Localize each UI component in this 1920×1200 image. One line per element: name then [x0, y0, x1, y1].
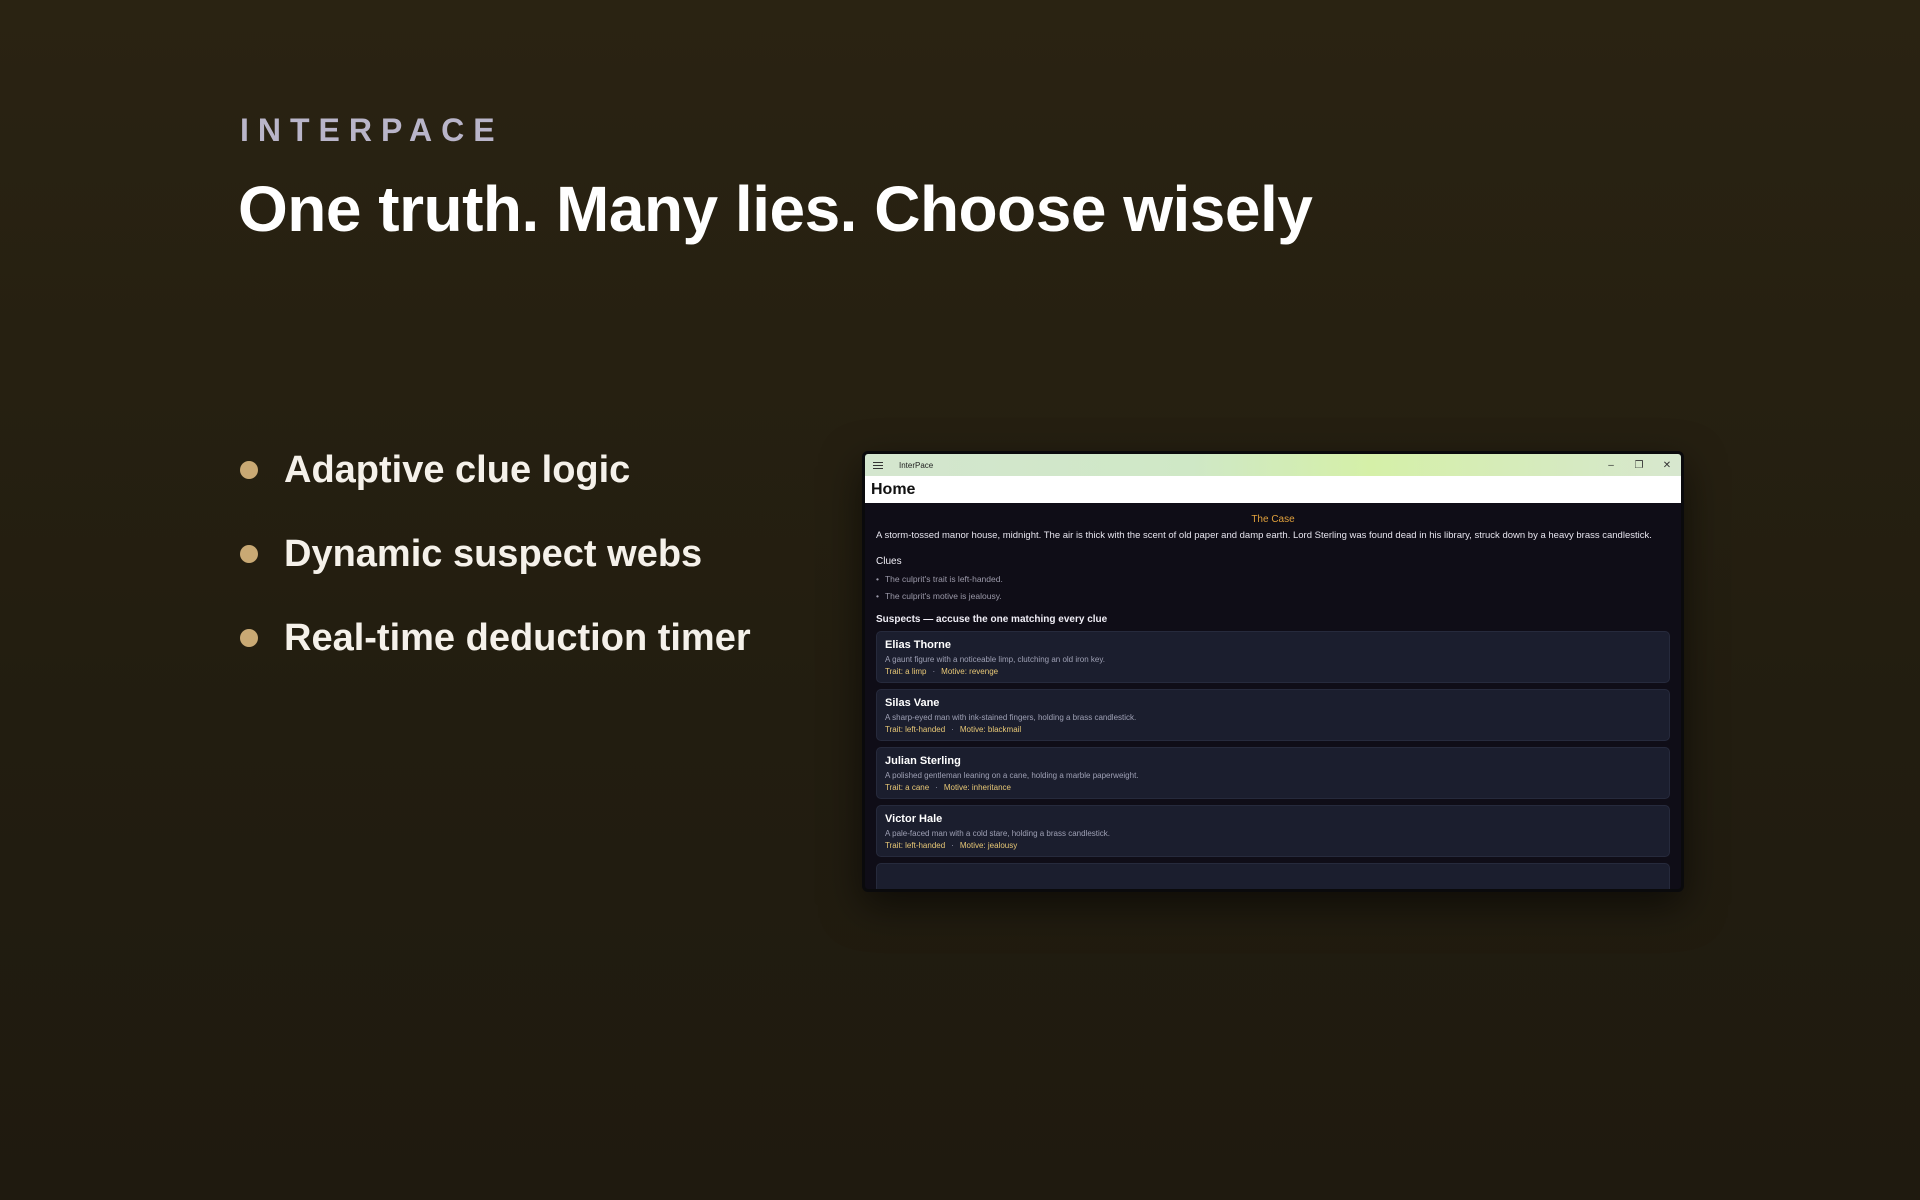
feature-item: Real-time deduction timer: [240, 596, 751, 680]
separator: ·: [951, 725, 954, 734]
title-bar: InterPace – ❐ ✕: [865, 454, 1681, 476]
suspect-meta: Trait: left-handed · Motive: blackmail: [885, 725, 1661, 734]
suspect-name: Julian Sterling: [885, 755, 961, 767]
hamburger-menu-icon[interactable]: [873, 461, 883, 469]
clues-heading: Clues: [876, 556, 902, 567]
feature-text: Adaptive clue logic: [284, 448, 631, 491]
suspects-heading: Suspects — accuse the one matching every…: [876, 614, 1108, 625]
suspect-name: Victor Hale: [885, 813, 943, 825]
case-content: The Case A storm-tossed manor house, mid…: [865, 503, 1681, 889]
brand-label: INTERPACE: [240, 112, 504, 148]
suspect-card[interactable]: Victor Hale A pale-faced man with a cold…: [876, 805, 1670, 857]
page-title: Home: [865, 476, 1681, 503]
close-button[interactable]: ✕: [1653, 454, 1681, 476]
minimize-button[interactable]: –: [1597, 454, 1625, 476]
suspect-card[interactable]: Elias Thorne A gaunt figure with a notic…: [876, 631, 1670, 683]
suspect-motive: Motive: revenge: [941, 667, 999, 676]
suspect-card-partial[interactable]: [876, 863, 1670, 889]
suspect-meta: Trait: a limp · Motive: revenge: [885, 667, 1661, 676]
bullet-dot-icon: [240, 629, 258, 647]
feature-text: Real-time deduction timer: [284, 616, 751, 659]
app-window-screenshot: InterPace – ❐ ✕ Home The Case A storm-to…: [862, 451, 1684, 892]
suspect-description: A gaunt figure with a noticeable limp, c…: [885, 655, 1105, 664]
suspect-name: Silas Vane: [885, 697, 940, 709]
suspect-trait: Trait: a cane: [885, 783, 930, 792]
clue-item: • The culprit's trait is left-handed.: [876, 574, 1670, 584]
suspect-description: A pale-faced man with a cold stare, hold…: [885, 829, 1111, 838]
feature-item: Dynamic suspect webs: [240, 512, 751, 596]
bullet-dot-icon: [240, 461, 258, 479]
suspect-motive: Motive: inheritance: [943, 783, 1011, 792]
feature-text: Dynamic suspect webs: [284, 532, 703, 575]
feature-list: Adaptive clue logic Dynamic suspect webs…: [240, 428, 751, 680]
case-description: A storm-tossed manor house, midnight. Th…: [876, 530, 1652, 541]
suspect-motive: Motive: jealousy: [959, 841, 1018, 850]
suspect-description: A polished gentleman leaning on a cane, …: [885, 771, 1139, 780]
separator: ·: [935, 783, 938, 792]
maximize-button[interactable]: ❐: [1625, 454, 1653, 476]
bullet-icon: •: [876, 591, 879, 601]
window-title: InterPace: [899, 460, 934, 470]
suspect-trait: Trait: left-handed: [885, 841, 946, 850]
suspect-card[interactable]: Silas Vane A sharp-eyed man with ink-sta…: [876, 689, 1670, 741]
suspect-motive: Motive: blackmail: [959, 725, 1022, 734]
case-title: The Case: [1251, 514, 1295, 525]
suspect-trait: Trait: a limp: [885, 667, 927, 676]
bullet-dot-icon: [240, 545, 258, 563]
separator: ·: [951, 841, 954, 850]
suspect-name: Elias Thorne: [885, 639, 952, 651]
suspect-meta: Trait: a cane · Motive: inheritance: [885, 783, 1661, 792]
suspect-trait: Trait: left-handed: [885, 725, 946, 734]
separator: ·: [932, 667, 936, 676]
suspect-card[interactable]: Julian Sterling A polished gentleman lea…: [876, 747, 1670, 799]
bullet-icon: •: [876, 574, 879, 584]
clue-text: The culprit's trait is left-handed.: [884, 574, 1003, 584]
suspect-meta: Trait: left-handed · Motive: jealousy: [885, 841, 1661, 850]
headline: One truth. Many lies. Choose wisely: [238, 173, 1313, 245]
feature-item: Adaptive clue logic: [240, 428, 751, 512]
suspect-description: A sharp-eyed man with ink-stained finger…: [885, 713, 1137, 722]
clue-item: • The culprit's motive is jealousy.: [876, 591, 1670, 601]
clue-text: The culprit's motive is jealousy.: [884, 591, 1002, 601]
